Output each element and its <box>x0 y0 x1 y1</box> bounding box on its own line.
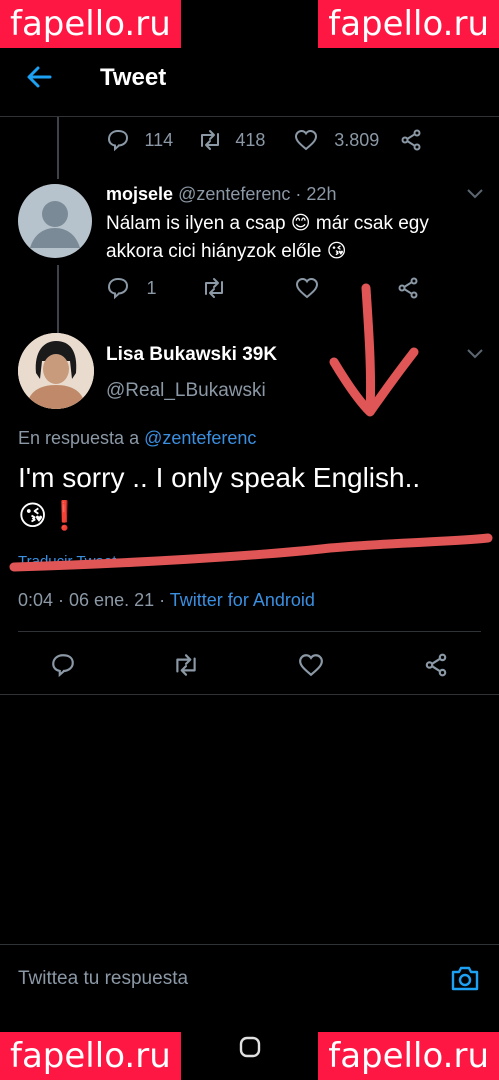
reply-menu-button[interactable] <box>466 186 484 200</box>
camera-icon <box>451 966 479 991</box>
home-button[interactable] <box>238 1035 262 1059</box>
retweet-count: 418 <box>235 129 266 150</box>
share-icon <box>425 653 447 677</box>
tweet-timestamp: 0:04 · 06 ene. 21 · <box>18 590 166 610</box>
annotation-overlay <box>9 283 493 572</box>
reply-button[interactable] <box>106 128 130 152</box>
reply-icon <box>52 654 74 678</box>
share-button[interactable] <box>423 652 449 678</box>
thread-line <box>57 117 59 179</box>
watermark-top-left: fapello.ru <box>0 0 181 48</box>
tweet-divider <box>0 694 499 695</box>
like-button[interactable] <box>298 652 324 678</box>
avatar[interactable] <box>18 184 92 258</box>
like-icon <box>299 654 323 677</box>
reply-composer-input[interactable]: Twittea tu respuesta <box>18 968 188 990</box>
reply-icon <box>107 129 129 152</box>
reply-time: · 22h <box>295 184 337 204</box>
watermark-bottom-right: fapello.ru <box>318 1032 499 1080</box>
retweet-button[interactable] <box>172 652 200 678</box>
page-title: Tweet <box>100 64 167 91</box>
reply-author-handle: @zenteferenc <box>178 184 291 204</box>
like-button[interactable] <box>294 128 318 152</box>
composer-divider <box>0 944 499 945</box>
share-icon <box>401 129 421 151</box>
like-icon <box>294 129 317 151</box>
reply-count: 114 <box>144 129 174 150</box>
retweet-icon <box>176 654 196 676</box>
tweet-meta: 0:04 · 06 ene. 21 · Twitter for Android <box>18 590 315 611</box>
reply-button[interactable] <box>50 652 76 678</box>
back-button[interactable] <box>26 64 52 90</box>
back-arrow-icon <box>27 66 52 88</box>
retweet-button[interactable] <box>197 128 223 152</box>
annotation-arrow <box>361 283 376 415</box>
home-button-icon <box>239 1036 261 1058</box>
reply-text: Nálam is ilyen a csap 😊 már csak egy akk… <box>106 210 429 266</box>
meta-divider <box>18 631 481 632</box>
watermark-top-right: fapello.ru <box>318 0 499 48</box>
annotation-underline <box>9 533 493 572</box>
watermark-bottom-left: fapello.ru <box>0 1032 181 1080</box>
reply-header: mojsele @zenteferenc · 22h <box>106 184 336 205</box>
tweet-source[interactable]: Twitter for Android <box>170 590 315 610</box>
chevron-down-icon <box>467 189 483 199</box>
header-divider <box>0 116 499 117</box>
top-action-bar: 114 418 3.809 <box>106 128 423 152</box>
reply-author-name[interactable]: mojsele <box>106 184 173 204</box>
default-avatar-icon <box>30 201 80 248</box>
share-button[interactable] <box>399 128 423 152</box>
add-photo-button[interactable] <box>450 964 480 992</box>
like-count: 3.809 <box>334 129 380 150</box>
reply-text-line: akkora cici hiányzok előle 😘 <box>106 241 347 262</box>
retweet-icon <box>200 130 219 150</box>
reply-text-line: Nálam is ilyen a csap 😊 már csak egy <box>106 213 429 234</box>
